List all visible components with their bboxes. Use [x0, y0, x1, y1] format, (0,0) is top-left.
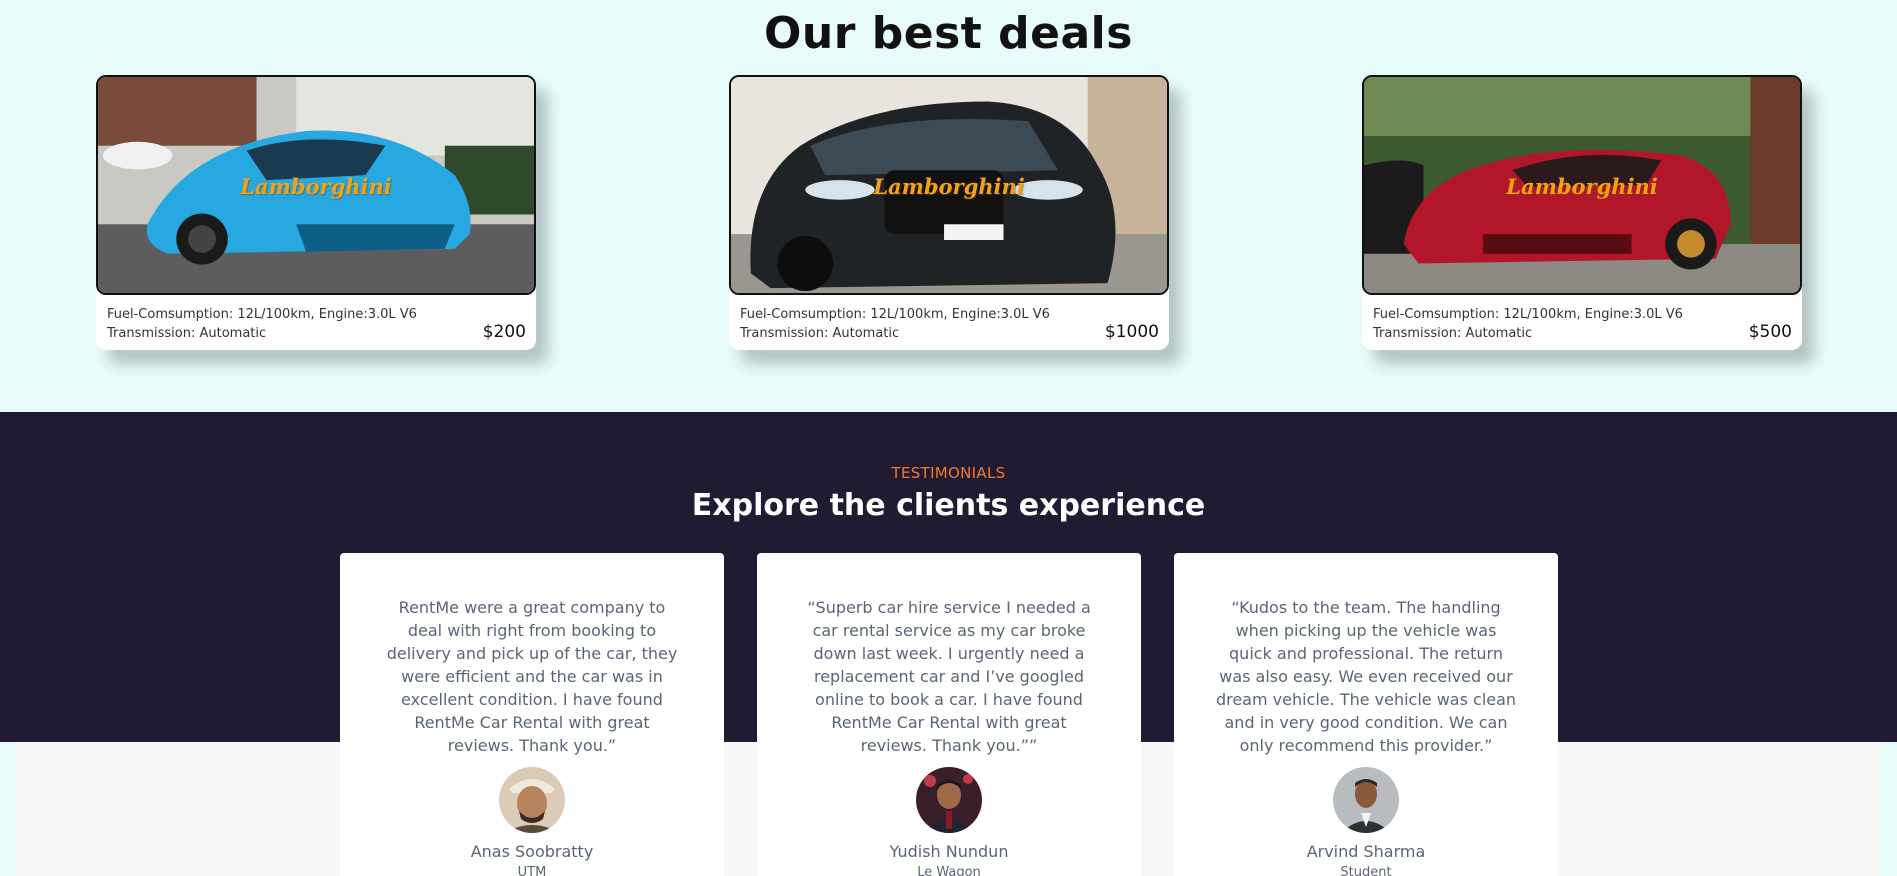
car-specs-line1: Fuel-Comsumption: 12L/100km, Engine:3.0L… — [107, 307, 417, 322]
car-specs: Fuel-Comsumption: 12L/100km, Engine:3.0L… — [107, 305, 417, 343]
car-brand-label: Lamborghini — [1506, 174, 1658, 199]
testimonial-org: UTM — [517, 865, 547, 876]
car-card[interactable]: Lamborghini Fuel-Comsumption: 12L/100km,… — [96, 75, 536, 350]
car-brand-label: Lamborghini — [873, 174, 1025, 199]
testimonial-card: RentMe were a great company to deal with… — [340, 553, 724, 876]
avatar — [916, 767, 982, 833]
car-specs: Fuel-Comsumption: 12L/100km, Engine:3.0L… — [740, 305, 1050, 343]
testimonial-quote: “Kudos to the team. The handling when pi… — [1215, 598, 1517, 755]
testimonial-card: “Kudos to the team. The handling when pi… — [1174, 553, 1558, 876]
testimonial-org: Student — [1340, 865, 1392, 876]
car-specs-line1: Fuel-Comsumption: 12L/100km, Engine:3.0L… — [1373, 307, 1683, 322]
testimonials-title: Explore the clients experience — [691, 488, 1206, 523]
testimonial-name: Anas Soobratty — [470, 842, 594, 861]
avatar — [499, 767, 565, 833]
car-price: $1000 — [1104, 322, 1159, 342]
deals-section: Our best deals Lamborghini Fuel-Comsumpt… — [0, 0, 1897, 412]
page-edge — [0, 830, 17, 876]
car-image[interactable]: Lamborghini — [1362, 75, 1802, 295]
car-specs-line2: Transmission: Automatic — [1373, 326, 1533, 341]
car-card[interactable]: Lamborghini Fuel-Comsumption: 12L/100km,… — [1362, 75, 1802, 350]
car-image[interactable]: Lamborghini — [96, 75, 536, 295]
car-specs-line2: Transmission: Automatic — [107, 326, 267, 341]
car-image[interactable]: Lamborghini — [729, 75, 1169, 295]
testimonial-quote: RentMe were a great company to deal with… — [386, 598, 678, 755]
car-specs: Fuel-Comsumption: 12L/100km, Engine:3.0L… — [1373, 305, 1683, 343]
testimonial-card: “Superb car hire service I needed a car … — [757, 553, 1141, 876]
deals-title: Our best deals — [764, 8, 1133, 59]
car-price: $200 — [482, 322, 526, 342]
testimonials-label: TESTIMONIALS — [891, 464, 1006, 482]
testimonial-name: Yudish Nundun — [889, 842, 1009, 861]
car-brand-label: Lamborghini — [240, 174, 392, 199]
car-specs-line2: Transmission: Automatic — [740, 326, 900, 341]
testimonial-name: Arvind Sharma — [1306, 842, 1426, 861]
avatar — [1333, 767, 1399, 833]
car-price: $500 — [1748, 322, 1792, 342]
car-specs-line1: Fuel-Comsumption: 12L/100km, Engine:3.0L… — [740, 307, 1050, 322]
car-card[interactable]: Lamborghini Fuel-Comsumption: 12L/100km,… — [729, 75, 1169, 350]
testimonial-org: Le Wagon — [917, 865, 981, 876]
testimonial-quote: “Superb car hire service I needed a car … — [807, 598, 1091, 755]
